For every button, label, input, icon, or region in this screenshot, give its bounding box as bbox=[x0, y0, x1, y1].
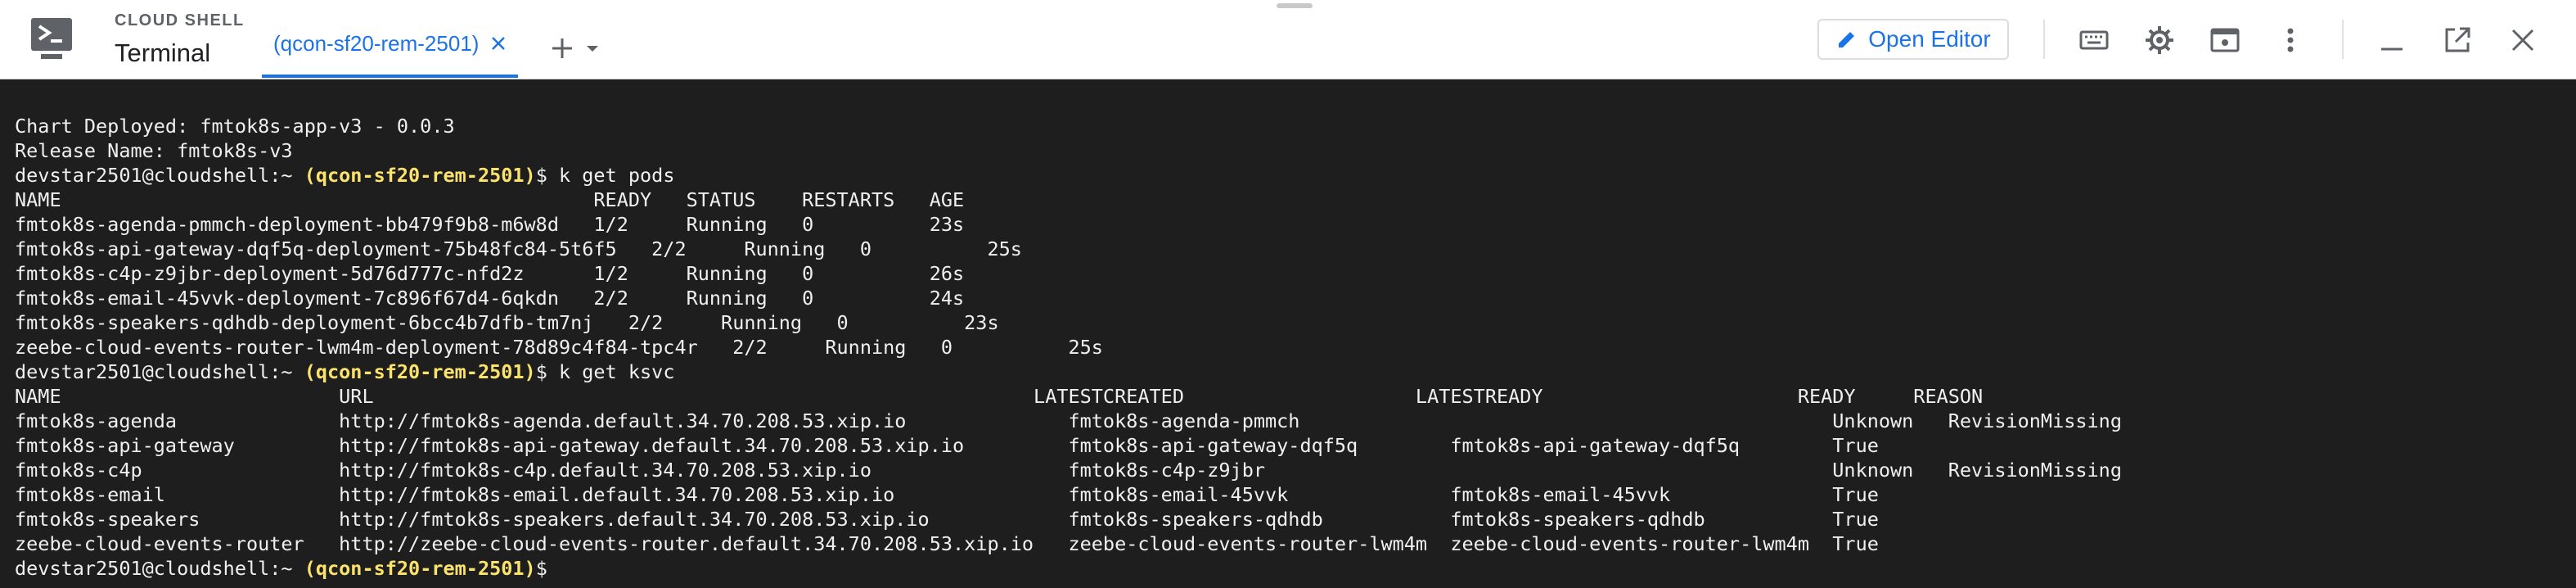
terminal-line: devstar2501@cloudshell:~ (qcon-sf20-rem-… bbox=[15, 556, 2122, 581]
tab-terminal-session[interactable]: (qcon-sf20-rem-2501) bbox=[262, 31, 519, 78]
open-editor-label: Open Editor bbox=[1868, 26, 1991, 52]
close-icon[interactable] bbox=[490, 35, 507, 52]
caret-down-icon[interactable] bbox=[584, 40, 601, 57]
open-editor-button[interactable]: Open Editor bbox=[1817, 19, 2009, 60]
terminal-line: fmtok8s-agenda http://fmtok8s-agenda.def… bbox=[15, 409, 2122, 432]
terminal-line: Chart Deployed: fmtok8s-app-v3 - 0.0.3 bbox=[15, 115, 455, 138]
terminal-line: fmtok8s-email http://fmtok8s-email.defau… bbox=[15, 483, 1879, 506]
terminal-line: fmtok8s-speakers-qdhdb-deployment-6bcc4b… bbox=[15, 311, 999, 334]
product-label: CLOUD SHELL bbox=[115, 11, 245, 29]
terminal-line: devstar2501@cloudshell:~ (qcon-sf20-rem-… bbox=[15, 163, 2122, 188]
cloud-shell-logo-icon bbox=[31, 18, 72, 59]
terminal-line: devstar2501@cloudshell:~ (qcon-sf20-rem-… bbox=[15, 360, 2122, 384]
prompt-project: (qcon-sf20-rem-2501) bbox=[304, 360, 536, 383]
terminal-line: fmtok8s-c4p http://fmtok8s-c4p.default.3… bbox=[15, 459, 2122, 482]
prompt-user: devstar2501@cloudshell:~ bbox=[15, 360, 304, 383]
terminal-line: fmtok8s-api-gateway http://fmtok8s-api-g… bbox=[15, 434, 1879, 457]
prompt-project: (qcon-sf20-rem-2501) bbox=[304, 164, 536, 187]
terminal-line: fmtok8s-api-gateway-dqf5q-deployment-75b… bbox=[15, 237, 1022, 260]
resize-handle[interactable] bbox=[1277, 3, 1313, 8]
terminal-line: fmtok8s-speakers http://fmtok8s-speakers… bbox=[15, 508, 1879, 531]
open-in-new-icon[interactable] bbox=[2442, 25, 2473, 56]
keyboard-icon[interactable] bbox=[2078, 25, 2110, 56]
prompt-command: $ bbox=[535, 557, 547, 580]
pencil-icon bbox=[1839, 32, 1855, 47]
terminal-line: Release Name: fmtok8s-v3 bbox=[15, 139, 293, 162]
prompt-user: devstar2501@cloudshell:~ bbox=[15, 164, 304, 187]
terminal-line: NAME URL LATESTCREATED LATESTREADY READY… bbox=[15, 385, 1984, 408]
prompt-project: (qcon-sf20-rem-2501) bbox=[304, 557, 536, 580]
page-title: Terminal bbox=[115, 38, 211, 67]
prompt-command: $ k get pods bbox=[535, 164, 675, 187]
terminal-pane[interactable]: Chart Deployed: fmtok8s-app-v3 - 0.0.3 Re… bbox=[0, 79, 2576, 588]
plus-icon bbox=[552, 38, 572, 58]
terminal-output[interactable]: Chart Deployed: fmtok8s-app-v3 - 0.0.3 Re… bbox=[15, 114, 2122, 581]
tab-label: (qcon-sf20-rem-2501) bbox=[273, 31, 480, 56]
close-icon[interactable] bbox=[2507, 25, 2538, 56]
terminal-line: fmtok8s-agenda-pmmch-deployment-bb479f9b… bbox=[15, 213, 965, 236]
divider bbox=[2043, 20, 2045, 59]
cloud-shell-header: CLOUD SHELL Terminal (qcon-sf20-rem-2501… bbox=[0, 0, 2576, 79]
title-block: CLOUD SHELL Terminal bbox=[115, 11, 245, 68]
terminal-line: NAME READY STATUS RESTARTS AGE bbox=[15, 188, 965, 211]
add-tab-button[interactable] bbox=[550, 36, 601, 61]
terminal-line: zeebe-cloud-events-router http://zeebe-c… bbox=[15, 532, 1879, 555]
divider bbox=[2342, 20, 2344, 59]
terminal-line: fmtok8s-c4p-z9jbr-deployment-5d76d777c-n… bbox=[15, 262, 965, 285]
minimize-icon[interactable] bbox=[2376, 25, 2407, 56]
prompt-command: $ k get ksvc bbox=[535, 360, 675, 383]
terminal-line: fmtok8s-email-45vvk-deployment-7c896f67d… bbox=[15, 287, 965, 310]
gear-icon[interactable] bbox=[2144, 25, 2175, 56]
more-vert-icon[interactable] bbox=[2275, 25, 2306, 56]
prompt-user: devstar2501@cloudshell:~ bbox=[15, 557, 304, 580]
terminal-line: zeebe-cloud-events-router-lwm4m-deployme… bbox=[15, 336, 1103, 359]
web-preview-icon[interactable] bbox=[2209, 25, 2240, 56]
